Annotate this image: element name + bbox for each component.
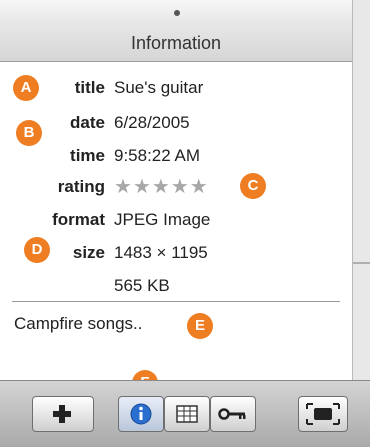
callout-badge: D — [24, 237, 50, 263]
keywords-button[interactable] — [210, 396, 256, 432]
star-icon[interactable]: ★ — [152, 176, 171, 198]
callout-badge: A — [13, 75, 39, 101]
information-panel: Information title Sue's guitar date 6/28… — [0, 0, 370, 447]
panel-header[interactable]: Information — [0, 0, 352, 62]
comment-field[interactable]: Campfire songs.. — [14, 314, 143, 334]
size-value: 1483 × 1195 — [114, 243, 208, 262]
star-icon[interactable]: ★ — [190, 176, 209, 198]
scrollbar[interactable] — [352, 0, 370, 380]
size-label: size — [72, 243, 105, 262]
table-icon — [176, 405, 198, 423]
fullscreen-button[interactable] — [298, 396, 348, 432]
table-button[interactable] — [164, 396, 210, 432]
time-label: time — [70, 146, 105, 165]
callout-badge: B — [16, 120, 42, 146]
callout-badge: E — [187, 313, 213, 339]
divider — [12, 301, 340, 302]
resize-grip-icon[interactable] — [174, 10, 180, 16]
date-value[interactable]: 6/28/2005 — [114, 113, 190, 133]
info-icon — [130, 403, 152, 425]
add-button[interactable] — [32, 396, 94, 432]
star-icon[interactable]: ★ — [171, 176, 190, 198]
scrollbar-separator — [353, 262, 370, 264]
panel-title: Information — [130, 33, 222, 53]
callout-badge: C — [240, 173, 266, 199]
plus-icon — [53, 405, 71, 423]
format-value: JPEG Image — [114, 210, 211, 229]
filesize-value: 565 KB — [114, 276, 170, 295]
info-button[interactable] — [118, 396, 164, 432]
title-value[interactable]: Sue's guitar — [114, 78, 203, 98]
rating-stars[interactable]: ★★★★★ — [114, 174, 209, 199]
rating-label: rating — [57, 177, 105, 196]
fullscreen-icon — [306, 403, 340, 425]
format-label: format — [52, 210, 105, 229]
star-icon[interactable]: ★ — [133, 176, 152, 198]
time-value[interactable]: 9:58:22 AM — [114, 146, 200, 166]
star-icon[interactable]: ★ — [114, 176, 133, 198]
key-icon — [218, 408, 246, 420]
